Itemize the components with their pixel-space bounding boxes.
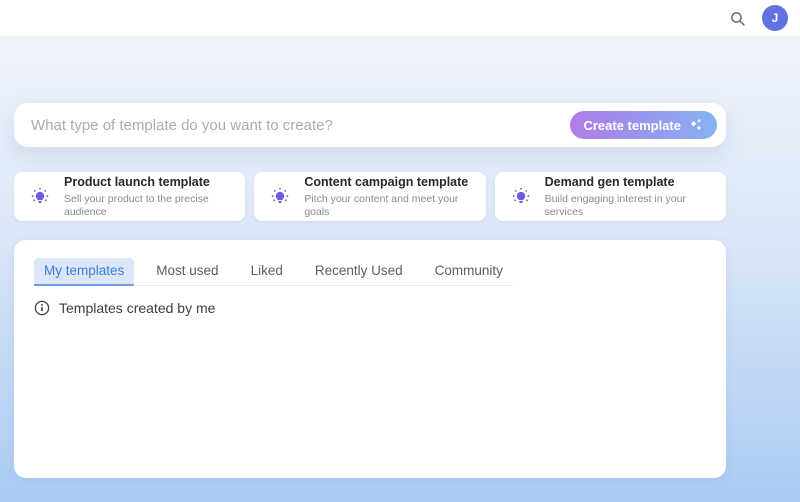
create-template-button[interactable]: Create template (570, 111, 717, 139)
suggestion-title: Demand gen template (544, 174, 675, 189)
tab-most-used[interactable]: Most used (146, 258, 228, 285)
template-prompt-input[interactable] (31, 116, 571, 134)
templates-tabs: My templates Most used Liked Recently Us… (34, 258, 513, 286)
lightbulb-icon (29, 186, 51, 208)
suggestion-card-product-launch[interactable]: Product launch template Sell your produc… (14, 172, 246, 221)
suggestion-card-content-campaign[interactable]: Content campaign template Pitch your con… (254, 172, 486, 221)
suggestion-title: Content campaign template (304, 174, 469, 189)
tab-liked[interactable]: Liked (241, 258, 293, 285)
template-suggestions: Product launch template Sell your produc… (14, 172, 726, 221)
suggestion-card-demand-gen[interactable]: Demand gen template Build engaging inter… (494, 172, 726, 221)
empty-state-row: Templates created by me (34, 300, 706, 316)
templates-panel: My templates Most used Liked Recently Us… (14, 240, 726, 478)
top-bar: J (0, 0, 800, 36)
suggestion-description: Sell your product to the precise audienc… (64, 192, 209, 218)
tab-my-templates[interactable]: My templates (34, 258, 135, 286)
avatar[interactable]: J (762, 5, 788, 31)
lightbulb-icon (269, 186, 291, 208)
page-background: Create template (0, 36, 800, 502)
sparkles-icon (689, 118, 704, 133)
suggestion-description: Build engaging interest in your services (544, 192, 686, 218)
tab-recently-used[interactable]: Recently Used (305, 258, 413, 285)
suggestion-title: Product launch template (64, 174, 210, 189)
info-icon (34, 300, 50, 316)
search-icon[interactable] (727, 8, 747, 28)
lightbulb-icon (510, 186, 532, 208)
create-template-label: Create template (583, 117, 681, 133)
template-prompt-bar: Create template (14, 103, 726, 147)
suggestion-description: Pitch your content and meet your goals (304, 192, 459, 218)
tab-community[interactable]: Community (425, 258, 513, 285)
empty-state-message: Templates created by me (59, 300, 216, 316)
